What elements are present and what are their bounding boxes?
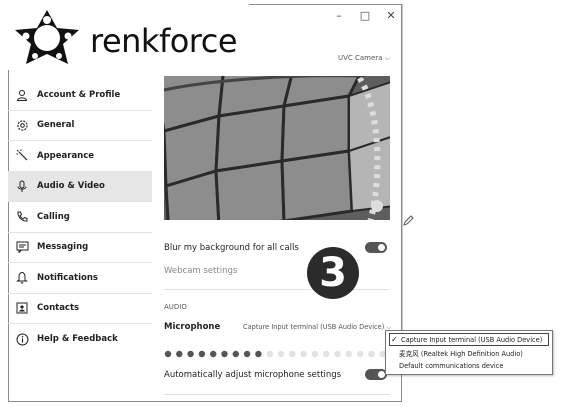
camera-select-value: UVC Camera: [337, 54, 383, 62]
auto-adjust-label: Automatically adjust microphone settings: [164, 370, 342, 380]
level-dot-active: [187, 350, 194, 358]
gear-icon: [15, 118, 29, 132]
divider: [164, 289, 390, 290]
level-dot-inactive: [277, 350, 285, 358]
sidebar-item-notifications[interactable]: Notifications: [8, 263, 152, 294]
level-dot-active: [210, 350, 217, 358]
contacts-icon: [15, 301, 29, 315]
microphone-select-value: Capture Input terminal (USB Audio Device…: [243, 323, 385, 331]
blur-background-label: Blur my background for all calls: [164, 243, 299, 253]
chevron-down-icon: ⌵: [384, 54, 390, 62]
level-dots: [164, 350, 386, 358]
sidebar-item-general[interactable]: General: [8, 111, 152, 141]
chat-icon: [15, 240, 29, 254]
level-dot-active: [243, 350, 251, 358]
dropdown-option-realtek[interactable]: 麦克风 (Realtek High Definition Audio): [389, 346, 549, 359]
info-icon: [15, 332, 29, 346]
star-logo-icon: [15, 10, 79, 64]
level-dot-active: [221, 350, 228, 358]
microphone-label: Microphone: [164, 322, 221, 332]
microphone-icon: [15, 179, 29, 193]
camera-select[interactable]: UVC Camera ⌵: [338, 54, 390, 63]
maximize-button[interactable]: □: [359, 9, 371, 22]
phone-icon: [15, 210, 29, 224]
level-dot-active: [255, 350, 262, 358]
dropdown-option-label: Capture Input terminal (USB Audio Device…: [401, 335, 543, 344]
level-dot-inactive: [266, 350, 273, 358]
sidebar-item-label: Appearance: [37, 150, 95, 161]
check-icon: ✓: [391, 335, 398, 344]
pencil-icon: [403, 215, 414, 226]
minimize-button[interactable]: –: [333, 9, 345, 22]
sidebar-item-messaging[interactable]: Messaging: [8, 233, 152, 263]
audio-section-title: AUDIO: [164, 303, 187, 311]
sidebar-item-audio-video[interactable]: Audio & Video: [8, 171, 152, 202]
window-top-border: [236, 4, 402, 5]
level-dot-inactive: [368, 350, 375, 358]
bell-icon: [15, 271, 29, 285]
renkforce-logo: renkforce: [4, 4, 249, 70]
sidebar-item-help[interactable]: Help & Feedback: [8, 324, 152, 355]
sidebar-item-label: Calling: [37, 211, 70, 222]
sidebar-item-label: Account & Profile: [37, 89, 121, 100]
dropdown-option-label: 麦克风 (Realtek High Definition Audio): [399, 349, 523, 358]
level-dot-active: [176, 350, 183, 358]
camera-preview: [164, 76, 390, 220]
sidebar-item-label: Audio & Video: [37, 181, 105, 192]
screenshot: – □ ✕ renkforce Account & Profile Genera…: [0, 0, 572, 407]
level-dot-inactive: [345, 350, 352, 358]
level-dot-active: [164, 350, 172, 358]
sidebar-item-label: Messaging: [37, 242, 89, 253]
window-controls: – □ ✕: [333, 9, 397, 22]
divider: [164, 394, 390, 395]
sidebar-item-label: General: [37, 120, 75, 131]
auto-adjust-toggle[interactable]: [365, 369, 387, 380]
step-number-badge: 3: [307, 247, 359, 299]
sidebar-item-appearance[interactable]: Appearance: [8, 141, 152, 172]
wand-icon: [15, 149, 29, 163]
level-dot-inactive: [323, 350, 330, 358]
dropdown-option-label: Default communications device: [399, 361, 504, 370]
dropdown-option-default[interactable]: Default communications device: [389, 359, 549, 372]
microphone-level-meter: [164, 344, 392, 358]
sidebar-item-label: Notifications: [37, 272, 98, 283]
level-dot-inactive: [289, 350, 296, 358]
sidebar-item-contacts[interactable]: Contacts: [8, 294, 152, 324]
ceiling-tiles-image: [164, 76, 390, 220]
person-icon: [15, 88, 29, 102]
level-dot-active: [232, 350, 239, 358]
webcam-settings-link[interactable]: Webcam settings: [164, 266, 237, 276]
dropdown-option-usb[interactable]: ✓ Capture Input terminal (USB Audio Devi…: [389, 333, 549, 346]
level-dot-inactive: [356, 350, 364, 358]
microphone-select[interactable]: Capture Input terminal (USB Audio Device…: [243, 323, 391, 332]
background-divider: [402, 4, 403, 331]
sidebar-item-label: Help & Feedback: [37, 334, 118, 345]
sidebar-item-calling[interactable]: Calling: [8, 202, 152, 233]
settings-sidebar: Account & Profile General Appearance Aud…: [8, 80, 152, 355]
close-button[interactable]: ✕: [385, 9, 397, 22]
level-dot-active: [198, 350, 206, 358]
level-dot-inactive: [334, 350, 341, 358]
level-dot-inactive: [311, 350, 319, 358]
blur-background-toggle[interactable]: [365, 242, 387, 253]
brand-name: renkforce: [90, 22, 238, 60]
sidebar-item-label: Contacts: [37, 303, 80, 314]
microphone-dropdown-menu: ✓ Capture Input terminal (USB Audio Devi…: [385, 330, 553, 375]
level-dot-inactive: [300, 350, 307, 358]
sidebar-item-account[interactable]: Account & Profile: [8, 80, 152, 111]
